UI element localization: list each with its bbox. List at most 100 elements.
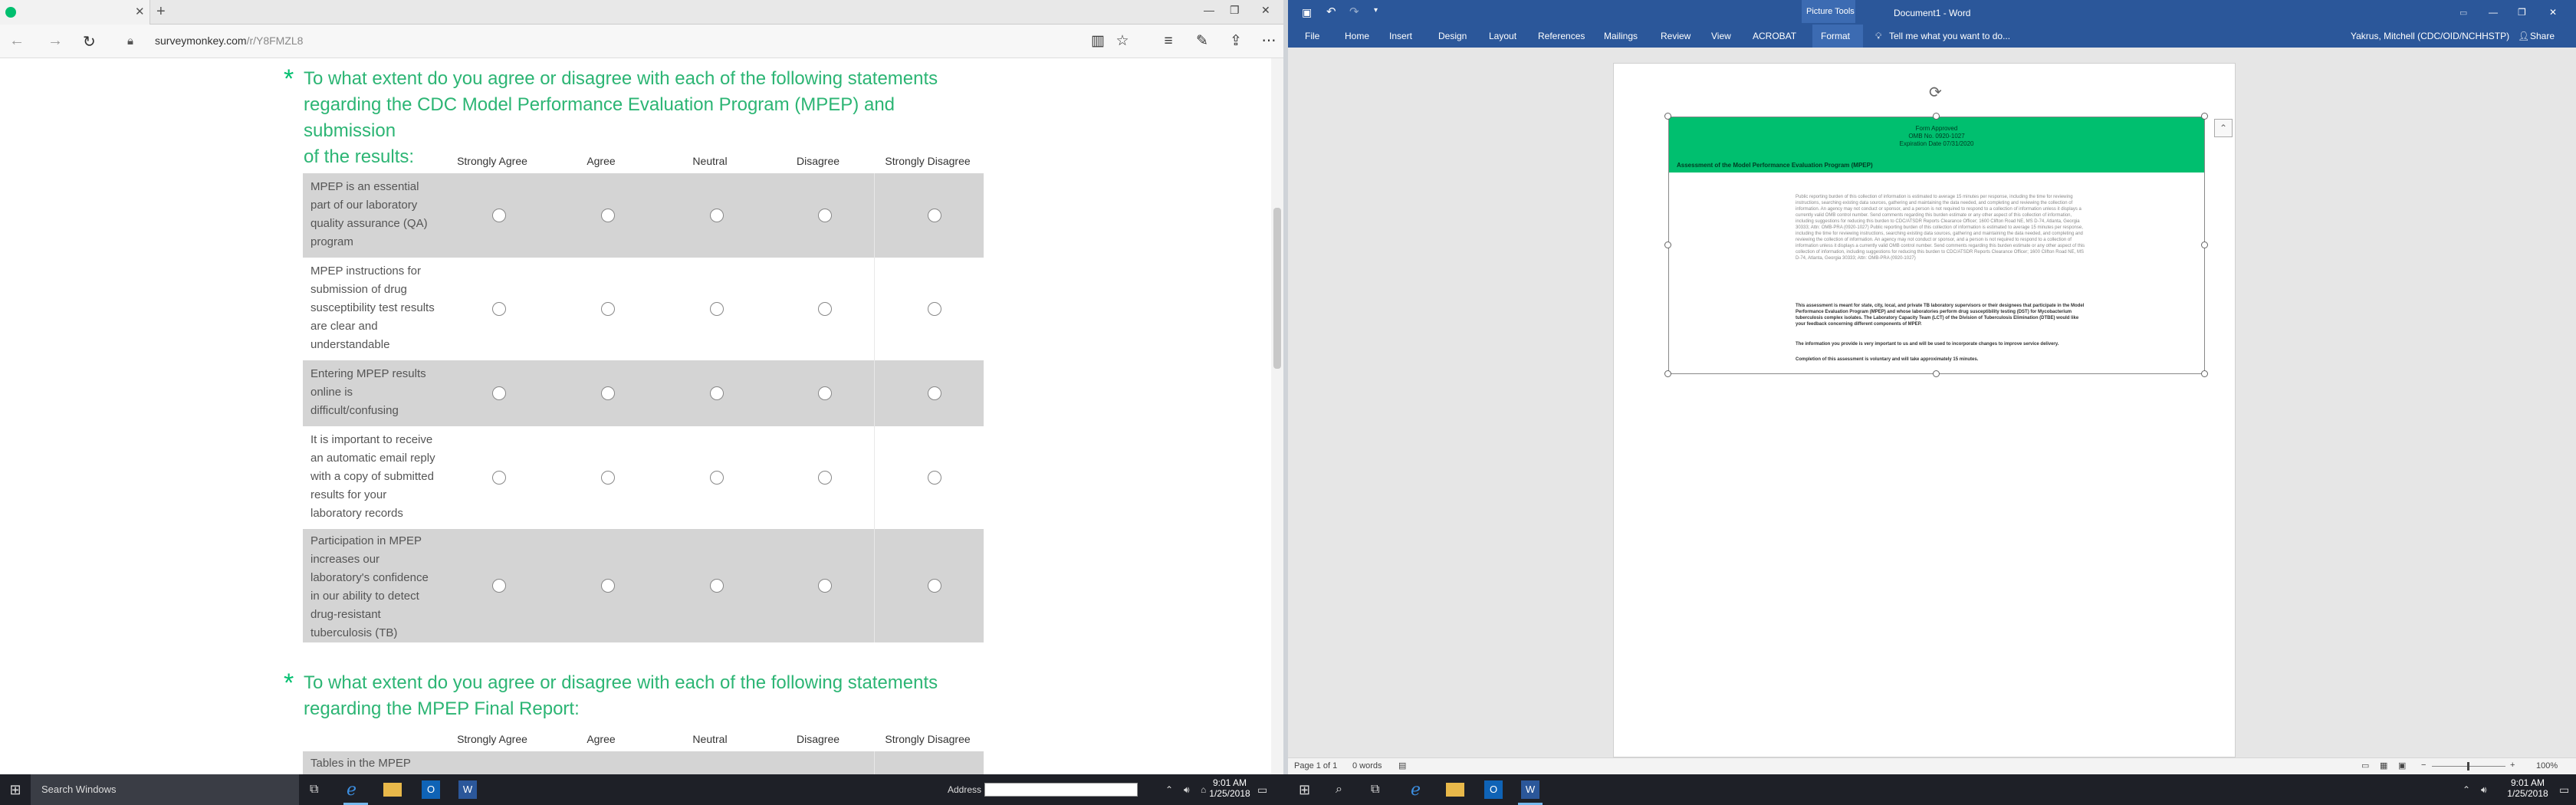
radio-option[interactable] [601, 386, 615, 400]
refresh-icon[interactable]: ↻ [83, 32, 96, 51]
radio-option[interactable] [928, 471, 941, 485]
tab-mailings[interactable]: Mailings [1604, 31, 1638, 41]
favorites-star-icon[interactable]: ☆ [1113, 32, 1132, 51]
page-scrollbar[interactable] [1271, 58, 1283, 774]
radio-option[interactable] [710, 471, 724, 485]
address-toolbar-field[interactable] [984, 783, 1138, 797]
word-restore-icon[interactable]: ❐ [2518, 7, 2526, 18]
tab-references[interactable]: References [1538, 31, 1585, 41]
radio-option[interactable] [492, 209, 506, 222]
save-icon[interactable]: ▣ [1302, 6, 1312, 19]
tab-design[interactable]: Design [1438, 31, 1467, 41]
scrollbar-thumb[interactable] [1273, 208, 1281, 369]
word-taskbar-icon-right[interactable]: W [1521, 780, 1539, 799]
zoom-out-icon[interactable]: − [2421, 761, 2426, 770]
radio-option[interactable] [710, 579, 724, 593]
outlook-icon[interactable]: O [422, 780, 440, 799]
volume-icon-right[interactable]: 🔊︎ [2481, 774, 2487, 805]
tab-acrobat[interactable]: ACROBAT [1753, 31, 1796, 41]
file-explorer-icon[interactable] [383, 783, 402, 797]
tab-format[interactable]: Format [1821, 31, 1850, 41]
resize-handle[interactable] [1664, 113, 1671, 120]
reading-view-icon[interactable]: ▥ [1089, 32, 1107, 51]
radio-option[interactable] [818, 471, 832, 485]
redo-icon[interactable]: ↷ [1349, 5, 1359, 18]
radio-option[interactable] [928, 386, 941, 400]
close-window-icon[interactable]: ✕ [1261, 4, 1270, 17]
selected-picture[interactable]: Form Approved OMB No. 0920-1027 Expirati… [1668, 117, 2205, 374]
tab-review[interactable]: Review [1661, 31, 1691, 41]
edge-icon[interactable]: ℯ [347, 780, 365, 799]
tab-view[interactable]: View [1711, 31, 1731, 41]
edge-icon-right[interactable]: ℯ [1411, 780, 1429, 799]
resize-handle[interactable] [1664, 370, 1671, 377]
notification-icon[interactable]: ▭ [1257, 774, 1267, 805]
customize-qat-icon[interactable]: ▾ [1374, 6, 1378, 15]
word-taskbar-icon[interactable]: W [458, 780, 477, 799]
radio-option[interactable] [492, 471, 506, 485]
new-tab-icon[interactable]: + [156, 3, 166, 21]
word-close-icon[interactable]: ✕ [2549, 7, 2557, 18]
resize-handle[interactable] [1933, 113, 1940, 120]
radio-option[interactable] [601, 302, 615, 316]
tray-chevron-icon[interactable]: ⌃ [1165, 774, 1173, 805]
word-minimize-icon[interactable]: — [2489, 7, 2498, 18]
radio-option[interactable] [492, 386, 506, 400]
radio-option[interactable] [601, 471, 615, 485]
radio-option[interactable] [601, 209, 615, 222]
windows-start-icon-right[interactable]: ⊞ [1299, 774, 1310, 805]
more-icon[interactable]: ⋯ [1260, 32, 1278, 51]
tell-me-box[interactable]: Tell me what you want to do... [1889, 31, 2010, 41]
tab-layout[interactable]: Layout [1489, 31, 1516, 41]
tab-file[interactable]: File [1305, 31, 1319, 41]
word-count[interactable]: 0 words [1352, 761, 1382, 770]
minimize-icon[interactable]: — [1204, 4, 1214, 16]
share-button[interactable]: Share [2530, 31, 2555, 41]
rotate-handle-icon[interactable]: ⟳ [1929, 83, 1946, 101]
notification-icon-right[interactable]: ▭ [2559, 774, 2569, 805]
search-icon[interactable]: ⌕ [1336, 774, 1342, 805]
restore-icon[interactable]: ❐ [1230, 4, 1240, 17]
volume-icon[interactable]: 🔊︎ [1184, 774, 1190, 805]
print-layout-icon[interactable]: ▦ [2380, 761, 2387, 770]
radio-option[interactable] [818, 386, 832, 400]
undo-icon[interactable]: ↶ [1326, 5, 1336, 18]
page-count[interactable]: Page 1 of 1 [1294, 761, 1337, 770]
windows-start-icon[interactable]: ⊞ [5, 774, 26, 805]
task-view-icon-right[interactable]: ⧉ [1371, 774, 1379, 805]
radio-option[interactable] [928, 209, 941, 222]
outlook-icon-right[interactable]: O [1484, 780, 1503, 799]
clock-left[interactable]: 9:01 AM 1/25/2018 [1202, 777, 1257, 799]
forward-icon[interactable]: → [48, 32, 63, 50]
layout-options-icon[interactable]: ⌃ [2214, 119, 2233, 137]
taskbar-search[interactable]: Search Windows [31, 774, 299, 805]
resize-handle[interactable] [2201, 113, 2208, 120]
web-layout-icon[interactable]: ▣ [2398, 761, 2406, 770]
zoom-level[interactable]: 100% [2536, 761, 2558, 770]
back-icon[interactable]: ← [9, 32, 25, 50]
resize-handle[interactable] [1664, 242, 1671, 248]
ribbon-display-options-icon[interactable]: ▭ [2459, 8, 2467, 18]
tab-insert[interactable]: Insert [1389, 31, 1412, 41]
hub-icon[interactable]: ≡ [1159, 32, 1178, 51]
close-tab-icon[interactable]: ✕ [135, 5, 145, 18]
read-mode-icon[interactable]: ▭ [2361, 761, 2369, 770]
radio-option[interactable] [928, 579, 941, 593]
proofing-icon[interactable]: ▤ [1398, 761, 1406, 770]
radio-option[interactable] [928, 302, 941, 316]
tray-chevron-icon-right[interactable]: ⌃ [2463, 774, 2470, 805]
resize-handle[interactable] [1933, 370, 1940, 377]
share-icon[interactable]: ⇪ [1227, 32, 1245, 51]
radio-option[interactable] [818, 579, 832, 593]
radio-option[interactable] [818, 209, 832, 222]
web-note-icon[interactable]: ✎ [1193, 32, 1211, 51]
user-account[interactable]: Yakrus, Mitchell (CDC/OID/NCHHSTP) [2351, 31, 2509, 41]
radio-option[interactable] [492, 579, 506, 593]
zoom-slider-thumb[interactable] [2467, 762, 2469, 770]
radio-option[interactable] [601, 579, 615, 593]
resize-handle[interactable] [2201, 242, 2208, 248]
radio-option[interactable] [710, 209, 724, 222]
task-view-icon[interactable]: ⧉ [310, 774, 318, 805]
browser-tab[interactable]: ✕ [0, 0, 150, 25]
file-explorer-icon-right[interactable] [1446, 783, 1464, 797]
